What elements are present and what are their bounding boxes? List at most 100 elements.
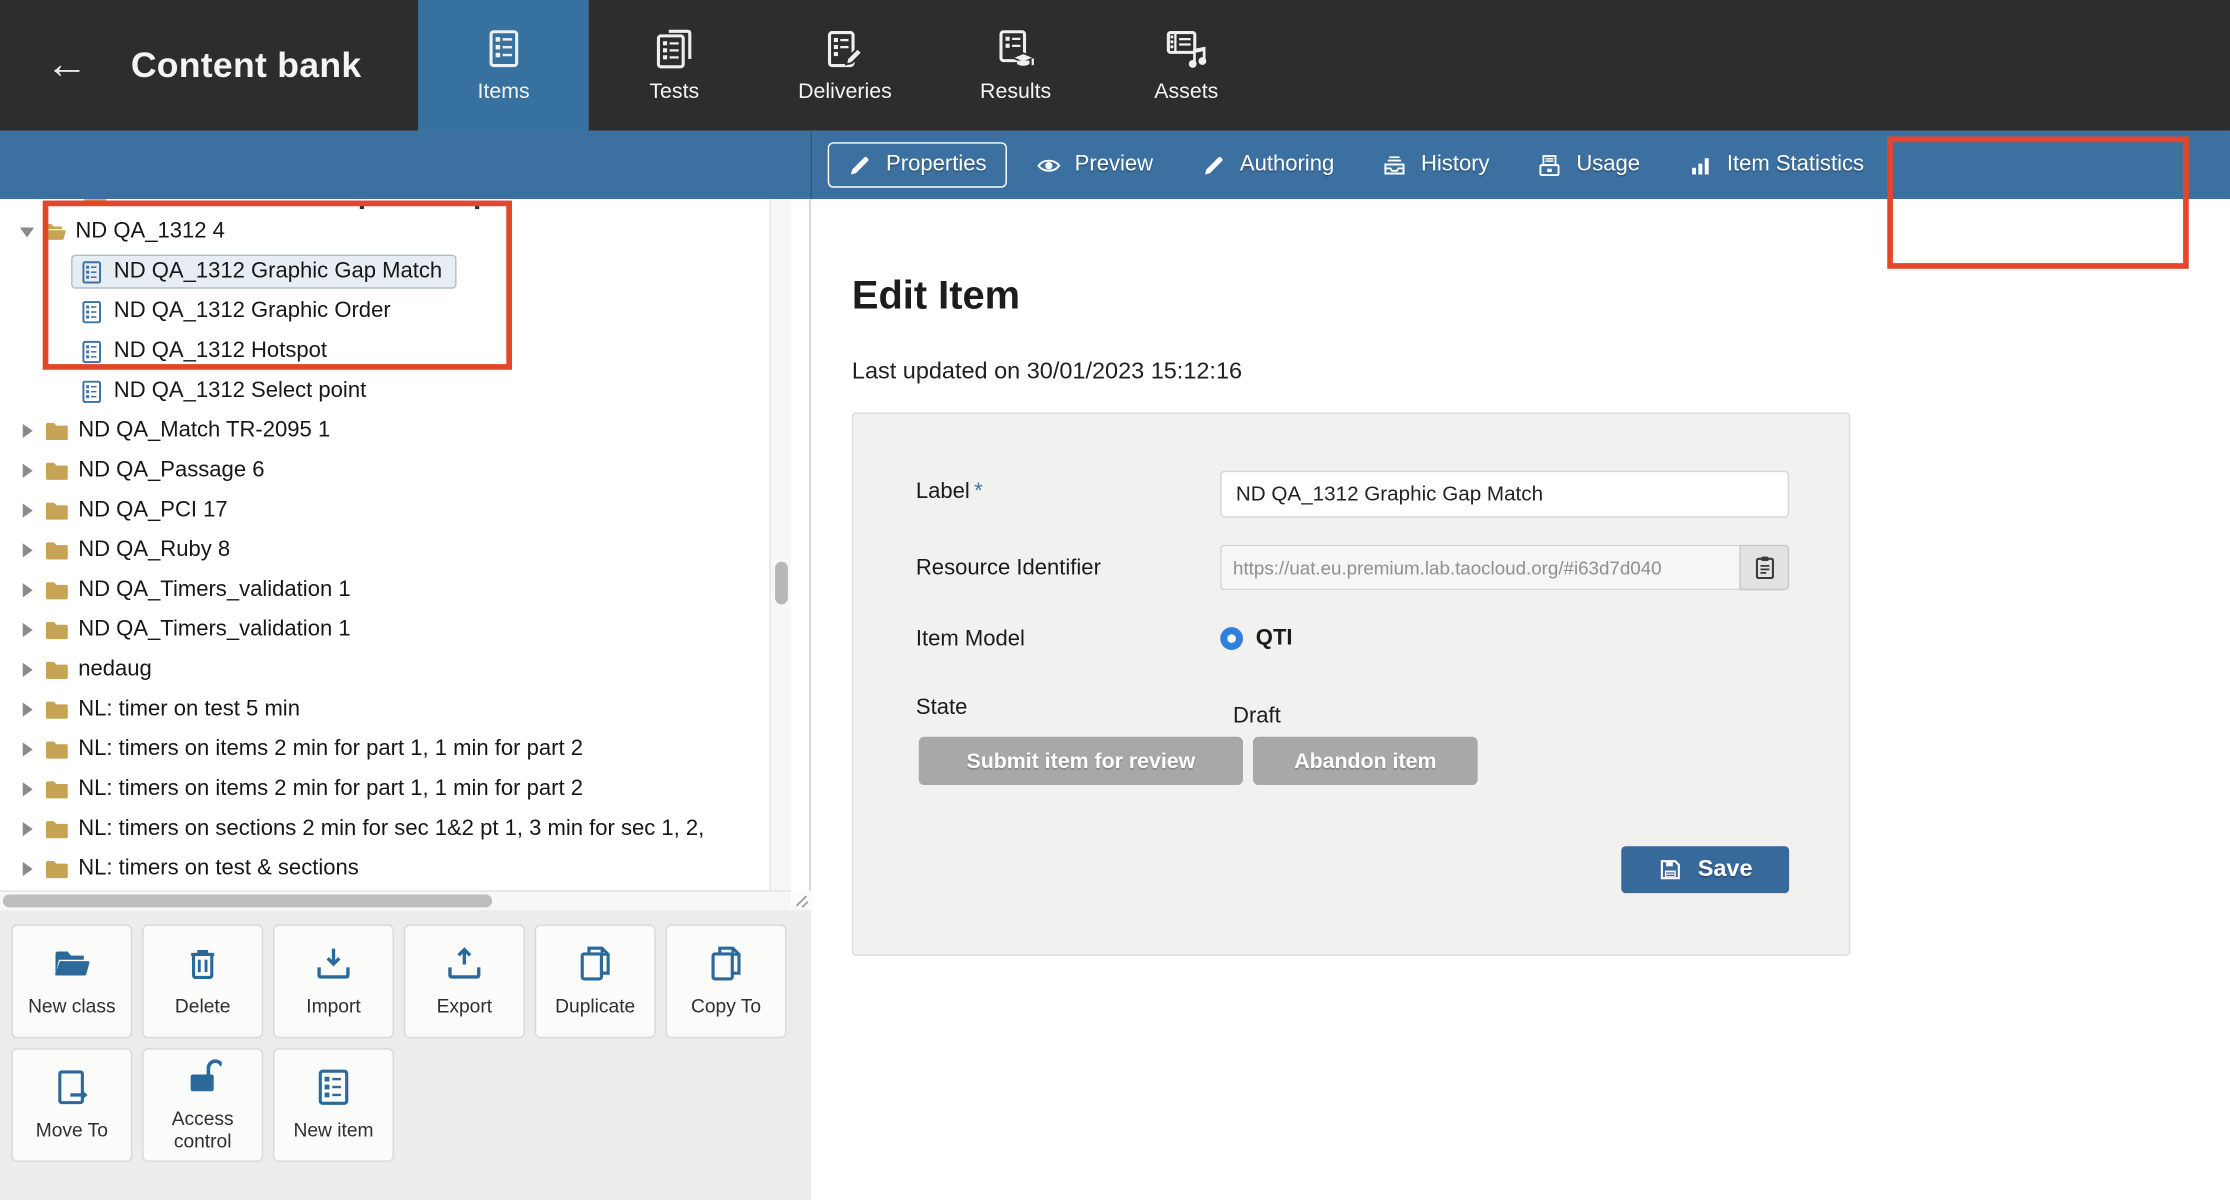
tree-item[interactable]: ND QA_1312 Hotspot <box>0 331 769 371</box>
caret-right-icon[interactable] <box>22 543 33 558</box>
caret-right-icon[interactable] <box>22 822 33 837</box>
tab-item-statistics[interactable]: Item Statistics <box>1670 144 1883 187</box>
horizontal-scrollbar-thumb[interactable] <box>2 894 493 908</box>
duplicate-button[interactable]: Duplicate <box>534 924 656 1039</box>
action-label: New item <box>293 1119 374 1141</box>
selected-item-box: ND QA_1312 Graphic Gap Match <box>71 254 457 289</box>
abandon-item-button[interactable]: Abandon item <box>1252 736 1478 786</box>
tree-folder[interactable]: ND QA_Timers_validation 1 <box>0 610 769 650</box>
tree-folder[interactable]: ND QA_PCI 17 <box>0 491 769 531</box>
caret-right-icon[interactable] <box>22 662 33 677</box>
tree-folder[interactable]: NL: timers on items 2 min for part 1, 1 … <box>0 730 769 770</box>
folder-icon <box>44 697 70 723</box>
tree-folder-label: ND QA_Ruby 8 <box>78 537 231 562</box>
tree-folder[interactable]: ND QA_Match TR-2095 1 <box>0 411 769 451</box>
tree-folder[interactable]: NL: timers on test & sections <box>0 849 769 889</box>
back-arrow-icon: ← <box>45 41 89 89</box>
qti-option-label: QTI <box>1255 625 1293 650</box>
import-button[interactable]: Import <box>273 924 394 1039</box>
move-to-button[interactable]: Move To <box>11 1048 133 1162</box>
caret-right-icon[interactable] <box>22 742 33 757</box>
new-item-button[interactable]: New item <box>273 1048 394 1162</box>
caret-right-icon[interactable] <box>22 503 33 518</box>
caret-down-icon[interactable] <box>19 226 35 237</box>
nav-tabs: Items Tests Deliveries Results Assets <box>418 0 1271 131</box>
tree-row-partial <box>0 199 769 212</box>
resource-tree: ND QA_1312 4 ND QA_1312 Graphic Gap Matc… <box>0 199 769 890</box>
caret-right-icon[interactable] <box>22 583 33 598</box>
save-button[interactable]: Save <box>1621 846 1790 894</box>
horizontal-scrollbar[interactable] <box>0 890 791 911</box>
nav-tab-deliveries[interactable]: Deliveries <box>760 0 931 131</box>
floppy-disk-icon <box>1658 858 1682 882</box>
tree-folder-open[interactable]: ND QA_1312 4 <box>0 212 769 252</box>
vertical-scrollbar-thumb[interactable] <box>775 561 788 605</box>
caret-right-icon[interactable] <box>22 423 33 439</box>
pencil-icon <box>848 153 872 177</box>
resource-identifier-input[interactable] <box>1220 544 1740 591</box>
folder-icon <box>44 418 70 444</box>
nav-tab-assets[interactable]: Assets <box>1101 0 1272 131</box>
caret-right-icon[interactable] <box>22 463 33 478</box>
tree-folder-label: ND QA_PCI 17 <box>78 497 228 522</box>
tree-folder[interactable]: NL: timers on sections 2 min for sec 1&2… <box>0 809 769 849</box>
tree-folder[interactable]: NL: timer on test 5 min <box>0 690 769 730</box>
tree-folder-label: ND QA_Timers_validation 1 <box>78 577 351 602</box>
action-label: Export <box>436 995 493 1018</box>
import-icon <box>314 945 352 983</box>
tree-folder[interactable]: NL: timers on items 2 min for part 1, 1 … <box>0 769 769 809</box>
tab-usage[interactable]: Usage <box>1519 144 1658 187</box>
label-field-label: Label * <box>915 479 983 504</box>
folder-icon <box>44 617 70 643</box>
vertical-scrollbar[interactable] <box>769 199 791 891</box>
copy-to-button[interactable]: Copy To <box>665 924 787 1039</box>
tab-authoring[interactable]: Authoring <box>1183 144 1353 187</box>
tab-properties[interactable]: Properties <box>827 142 1007 188</box>
nav-tab-label: Results <box>980 78 1052 104</box>
copy-identifier-button[interactable] <box>1739 544 1790 591</box>
tree-item[interactable]: ND QA_1312 Graphic Order <box>0 292 769 332</box>
tree-item[interactable]: ND QA_1312 Select point <box>0 371 769 411</box>
access-control-button[interactable]: Access control <box>142 1048 264 1162</box>
tree-item-label: ND QA_1312 Graphic Order <box>113 298 391 323</box>
tree-folder[interactable]: ND QA_Timers_validation 1 <box>0 570 769 610</box>
usage-icon <box>1538 153 1562 177</box>
caret-right-icon[interactable] <box>22 702 33 717</box>
submit-item-for-review-button[interactable]: Submit item for review <box>918 736 1243 786</box>
item-model-label: Item Model <box>915 627 1025 652</box>
tree-resize-handle[interactable] <box>790 890 811 911</box>
export-button[interactable]: Export <box>403 924 525 1039</box>
folder-open-icon <box>41 219 67 245</box>
caret-right-icon[interactable] <box>22 622 33 638</box>
main-content: Edit Item Last updated on 30/01/2023 15:… <box>812 199 2230 1200</box>
clipboard-icon <box>1751 555 1777 581</box>
caret-right-icon[interactable] <box>22 861 33 877</box>
save-label: Save <box>1697 856 1753 882</box>
caret-right-icon[interactable] <box>22 782 33 797</box>
nav-tab-results[interactable]: Results <box>930 0 1101 131</box>
action-label: Import <box>306 995 361 1018</box>
new-class-button[interactable]: New class <box>11 924 133 1039</box>
tab-preview[interactable]: Preview <box>1018 144 1172 187</box>
tab-label: Authoring <box>1239 152 1335 177</box>
nav-tab-items[interactable]: Items <box>418 0 589 131</box>
tree-item-label: ND QA_1312 Select point <box>113 378 367 403</box>
folder-icon <box>82 199 108 209</box>
clipped-text-fragment <box>359 203 365 210</box>
tab-history[interactable]: History <box>1364 144 1508 187</box>
back-button[interactable]: ← <box>20 0 114 131</box>
delete-button[interactable]: Delete <box>142 924 264 1039</box>
tree-folder[interactable]: nedaug <box>0 650 769 690</box>
assets-icon <box>1165 28 1208 69</box>
tree-folder[interactable]: ND QA_Passage 6 <box>0 451 769 491</box>
tree-item-selected[interactable]: ND QA_1312 Graphic Gap Match <box>0 252 769 292</box>
tree-folder-label: NL: timer on test 5 min <box>78 696 300 722</box>
resize-grip-icon <box>795 895 809 908</box>
tree-folder[interactable]: ND QA_Ruby 8 <box>0 530 769 570</box>
label-input[interactable] <box>1220 470 1790 518</box>
qti-radio-button[interactable] <box>1220 627 1243 650</box>
list-icon <box>314 1068 352 1106</box>
required-asterisk: * <box>974 479 983 504</box>
export-icon <box>445 945 483 983</box>
nav-tab-tests[interactable]: Tests <box>589 0 760 131</box>
